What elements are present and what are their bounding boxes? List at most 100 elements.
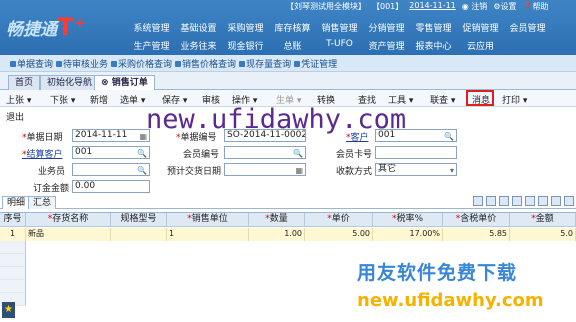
menu-item[interactable]: 云应用: [457, 39, 504, 52]
menu-item[interactable]: 总账: [269, 39, 316, 52]
menu-item[interactable]: 促销管理: [457, 21, 504, 34]
select-button[interactable]: 选单 ▾: [120, 93, 145, 106]
menu-item[interactable]: 基础设置: [175, 21, 222, 34]
app-logo: 畅捷通T⁺: [6, 13, 87, 41]
delivery-date-field[interactable]: ▦: [224, 163, 306, 176]
next-button[interactable]: 下张 ▾: [50, 93, 75, 106]
message-highlight-box: [466, 90, 494, 106]
login-date-link[interactable]: 2014-11-11: [409, 1, 456, 15]
help-link[interactable]: ❓帮助: [522, 1, 548, 15]
table-cell[interactable]: 新品: [26, 228, 111, 241]
table-cell[interactable]: 5.00: [305, 228, 373, 241]
grid-settings-icon[interactable]: [525, 196, 535, 206]
col-header[interactable]: *税率%: [373, 213, 443, 227]
print-grid-icon[interactable]: [551, 196, 561, 206]
search-icon[interactable]: 🔍: [444, 131, 454, 141]
chevron-down-icon[interactable]: ▾: [450, 165, 454, 175]
payment-label: 收款方式: [336, 167, 373, 177]
user-code: 【001】: [372, 2, 404, 11]
table-cell[interactable]: 17.00%: [373, 228, 443, 241]
tab-detail[interactable]: 明细: [2, 196, 31, 209]
quick-link[interactable]: 凭证管理: [294, 57, 337, 70]
link-query-button[interactable]: 联查 ▾: [430, 93, 455, 106]
filter-icon[interactable]: [564, 196, 574, 206]
menu-item[interactable]: 业务往来: [175, 39, 222, 52]
menu-item[interactable]: 零售管理: [410, 21, 457, 34]
col-header[interactable]: *金额: [510, 213, 576, 227]
salesperson-field[interactable]: 🔍: [72, 163, 150, 176]
table-cell: 1: [0, 228, 26, 241]
exit-button[interactable]: 退出: [6, 110, 24, 123]
quick-link[interactable]: 采购价格查询: [111, 57, 172, 70]
table-cell[interactable]: 5.0: [510, 228, 576, 241]
menu-item[interactable]: 生产管理: [128, 39, 175, 52]
customer-label[interactable]: *客户: [346, 130, 369, 143]
col-header[interactable]: *单价: [305, 213, 373, 227]
doc-no-field[interactable]: SO-2014-11-0002: [224, 129, 306, 142]
menu-item[interactable]: 现金银行: [222, 39, 269, 52]
menu-item[interactable]: 报表中心: [410, 39, 457, 52]
member-card-field[interactable]: [375, 146, 457, 159]
quick-link[interactable]: 待审核业务: [56, 57, 108, 70]
ad-overlay-url: new.ufidawhy.com: [357, 290, 544, 311]
col-header[interactable]: *销售单位: [167, 213, 249, 227]
table-cell[interactable]: 1: [167, 228, 249, 241]
menu-item[interactable]: 系统管理: [128, 21, 175, 34]
menu-item[interactable]: 库存核算: [269, 21, 316, 34]
settle-customer-field[interactable]: 001 🔍: [72, 146, 150, 159]
doc-icon: [239, 60, 246, 67]
delete-row-icon[interactable]: [512, 196, 522, 206]
export-icon[interactable]: [538, 196, 548, 206]
tab-init-nav[interactable]: 初始化导航: [40, 75, 100, 90]
tab-summary[interactable]: 汇总: [28, 196, 57, 209]
doc-date-label: *单据日期: [22, 133, 63, 143]
table-cell[interactable]: [111, 228, 167, 241]
table-cell[interactable]: 1.00: [249, 228, 305, 241]
menu-item[interactable]: T-UFO: [316, 39, 363, 52]
table-cell[interactable]: 5.85: [443, 228, 510, 241]
col-header[interactable]: *存货名称: [26, 213, 111, 227]
col-header[interactable]: 规格型号: [111, 213, 167, 227]
search-icon[interactable]: 🔍: [137, 165, 147, 175]
copy-row-icon[interactable]: [499, 196, 509, 206]
member-no-field[interactable]: 🔍: [224, 146, 306, 159]
menu-item[interactable]: 会员管理: [504, 21, 551, 34]
quick-links-bar: 单据查询 待审核业务 采购价格查询 销售价格查询 现存量查询 凭证管理: [0, 55, 576, 72]
menu-item[interactable]: 采购管理: [222, 21, 269, 34]
search-icon[interactable]: 🔍: [293, 148, 303, 158]
deposit-field[interactable]: 0.00: [72, 180, 150, 193]
settle-customer-label[interactable]: *结算客户: [22, 147, 63, 160]
col-header[interactable]: *数量: [249, 213, 305, 227]
grid-toolbar: [473, 196, 574, 206]
main-menu-row2: 生产管理 业务往来 现金银行 总账 T-UFO 资产管理 报表中心 云应用: [128, 39, 504, 52]
menu-item[interactable]: 资产管理: [363, 39, 410, 52]
print-button[interactable]: 打印 ▾: [502, 93, 527, 106]
insert-row-icon[interactable]: [473, 196, 483, 206]
logout-link[interactable]: ◉ 注销: [462, 1, 488, 15]
calendar-icon[interactable]: ▦: [139, 131, 147, 141]
ad-overlay-text: 用友软件免费下载: [357, 262, 518, 284]
calendar-icon[interactable]: ▦: [295, 165, 303, 175]
customer-field[interactable]: 001 🔍: [375, 129, 457, 142]
favorites-star-icon[interactable]: ★: [2, 302, 15, 318]
quick-link[interactable]: 销售价格查询: [175, 57, 236, 70]
info-bar: 【刘琴测试用全模块】 【001】 2014-11-11 ◉ 注销 ⚙设置 ❓帮助: [286, 1, 548, 15]
quick-link[interactable]: 单据查询: [10, 57, 53, 70]
prev-button[interactable]: 上张 ▾: [6, 93, 31, 106]
menu-item[interactable]: 销售管理: [316, 21, 363, 34]
new-button[interactable]: 新增: [90, 93, 108, 106]
row-number: [0, 254, 26, 267]
search-icon[interactable]: 🔍: [137, 148, 147, 158]
doc-icon: [56, 60, 63, 67]
delivery-date-label: 预计交货日期: [167, 167, 222, 177]
quick-link[interactable]: 现存量查询: [239, 57, 291, 70]
member-card-label: 会员卡号: [336, 150, 373, 160]
menu-item[interactable]: 分销管理: [363, 21, 410, 34]
doc-date-field[interactable]: 2014-11-11 ▦: [72, 129, 150, 142]
col-header[interactable]: *含税单价: [443, 213, 510, 227]
tab-home[interactable]: 首页: [8, 75, 41, 90]
tab-sales-order[interactable]: ⊗ 销售订单: [94, 75, 155, 90]
settings-link[interactable]: ⚙设置: [493, 1, 516, 15]
add-row-icon[interactable]: [486, 196, 496, 206]
payment-select[interactable]: 其它 ▾: [375, 163, 457, 176]
